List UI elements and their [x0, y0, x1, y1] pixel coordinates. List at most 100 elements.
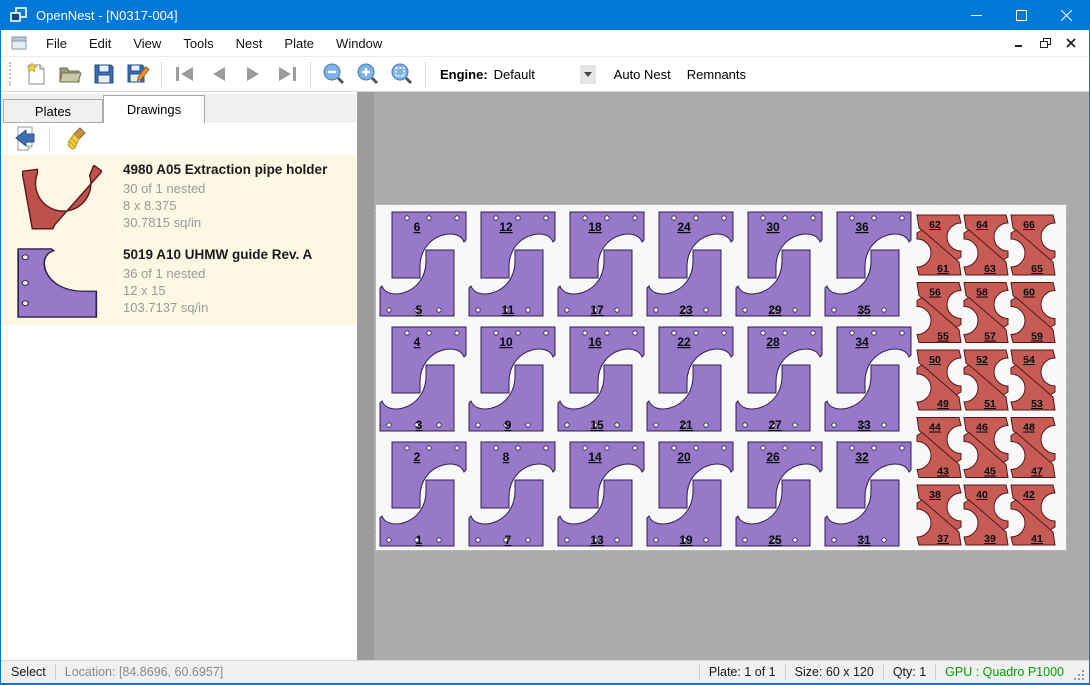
part-number-62[interactable]: 62	[929, 219, 941, 231]
part-number-18[interactable]: 18	[588, 220, 602, 234]
drawing-item-extraction-pipe-holder[interactable]: 4980 A05 Extraction pipe holder 30 of 1 …	[1, 155, 357, 240]
previous-plate-button[interactable]	[202, 59, 236, 89]
menu-file[interactable]: File	[35, 32, 78, 55]
menu-plate[interactable]: Plate	[273, 32, 325, 55]
part-number-50[interactable]: 50	[929, 354, 941, 366]
next-plate-button[interactable]	[236, 59, 270, 89]
part-number-56[interactable]: 56	[929, 287, 941, 299]
menu-edit[interactable]: Edit	[78, 32, 122, 55]
part-number-7[interactable]: 7	[505, 533, 512, 547]
part-number-49[interactable]: 49	[937, 398, 949, 410]
part-number-30[interactable]: 30	[766, 220, 780, 234]
close-button[interactable]	[1044, 0, 1089, 30]
part-number-52[interactable]: 52	[976, 354, 988, 366]
part-number-64[interactable]: 64	[976, 219, 988, 231]
zoom-out-button[interactable]	[317, 59, 351, 89]
save-button[interactable]	[87, 59, 121, 89]
nest-canvas[interactable]: 6512111817242330293635431091615222128273…	[358, 92, 1090, 660]
part-number-27[interactable]: 27	[768, 418, 782, 432]
part-number-59[interactable]: 59	[1031, 331, 1043, 343]
plate[interactable]: 6512111817242330293635431091615222128273…	[376, 205, 1066, 550]
part-number-6[interactable]: 6	[414, 220, 421, 234]
last-plate-button[interactable]	[270, 59, 304, 89]
part-number-39[interactable]: 39	[984, 533, 996, 545]
minimize-button[interactable]	[954, 0, 999, 30]
part-number-1[interactable]: 1	[416, 533, 423, 547]
part-number-48[interactable]: 48	[1023, 422, 1035, 434]
part-number-4[interactable]: 4	[414, 335, 421, 349]
part-number-40[interactable]: 40	[976, 489, 988, 501]
auto-nest-button[interactable]: Auto Nest	[606, 62, 679, 87]
zoom-in-button[interactable]	[351, 59, 385, 89]
part-number-47[interactable]: 47	[1031, 466, 1043, 478]
part-number-28[interactable]: 28	[766, 335, 780, 349]
part-number-3[interactable]: 3	[416, 418, 423, 432]
part-number-42[interactable]: 42	[1023, 489, 1035, 501]
first-plate-button[interactable]	[168, 59, 202, 89]
part-number-9[interactable]: 9	[505, 418, 512, 432]
mdi-minimize-button[interactable]	[1011, 36, 1027, 50]
part-number-23[interactable]: 23	[679, 303, 693, 317]
part-number-5[interactable]: 5	[416, 303, 423, 317]
part-number-35[interactable]: 35	[857, 303, 871, 317]
part-number-37[interactable]: 37	[937, 533, 949, 545]
save-as-button[interactable]	[121, 59, 155, 89]
menu-view[interactable]: View	[122, 32, 172, 55]
part-number-65[interactable]: 65	[1031, 263, 1043, 275]
part-number-60[interactable]: 60	[1023, 287, 1035, 299]
open-button[interactable]	[53, 59, 87, 89]
clear-button[interactable]	[62, 125, 94, 153]
engine-dropdown-button[interactable]	[580, 65, 596, 84]
part-number-11[interactable]: 11	[502, 303, 515, 317]
part-number-26[interactable]: 26	[766, 450, 780, 464]
part-number-15[interactable]: 15	[590, 418, 604, 432]
part-number-25[interactable]: 25	[768, 533, 782, 547]
maximize-button[interactable]	[999, 0, 1044, 30]
part-number-44[interactable]: 44	[929, 422, 941, 434]
part-number-21[interactable]: 21	[679, 418, 693, 432]
mdi-close-button[interactable]	[1063, 36, 1079, 50]
part-number-22[interactable]: 22	[677, 335, 691, 349]
part-number-43[interactable]: 43	[937, 466, 949, 478]
part-number-61[interactable]: 61	[937, 263, 949, 275]
menu-nest[interactable]: Nest	[225, 32, 274, 55]
part-number-29[interactable]: 29	[768, 303, 782, 317]
part-number-57[interactable]: 57	[984, 331, 996, 343]
menu-window[interactable]: Window	[325, 32, 393, 55]
engine-select-value[interactable]: Default	[494, 67, 580, 82]
remnants-button[interactable]: Remnants	[679, 62, 754, 87]
part-number-58[interactable]: 58	[976, 287, 988, 299]
part-number-16[interactable]: 16	[588, 335, 602, 349]
part-number-46[interactable]: 46	[976, 422, 988, 434]
part-number-33[interactable]: 33	[857, 418, 871, 432]
part-number-32[interactable]: 32	[855, 450, 869, 464]
part-number-19[interactable]: 19	[679, 533, 693, 547]
part-number-8[interactable]: 8	[503, 450, 510, 464]
part-number-14[interactable]: 14	[588, 450, 602, 464]
part-number-55[interactable]: 55	[937, 331, 949, 343]
part-number-10[interactable]: 10	[499, 335, 513, 349]
part-number-41[interactable]: 41	[1031, 533, 1043, 545]
part-number-24[interactable]: 24	[677, 220, 691, 234]
zoom-fit-button[interactable]	[385, 59, 419, 89]
part-number-36[interactable]: 36	[855, 220, 869, 234]
drawing-item-uhmw-guide[interactable]: 5019 A10 UHMW guide Rev. A 36 of 1 neste…	[1, 240, 357, 325]
part-number-63[interactable]: 63	[984, 263, 996, 275]
part-number-31[interactable]: 31	[857, 533, 871, 547]
part-number-12[interactable]: 12	[499, 220, 513, 234]
tab-drawings[interactable]: Drawings	[103, 95, 205, 124]
part-number-13[interactable]: 13	[590, 533, 604, 547]
part-number-20[interactable]: 20	[677, 450, 691, 464]
part-number-53[interactable]: 53	[1031, 398, 1043, 410]
tab-plates[interactable]: Plates	[3, 99, 103, 123]
send-to-nest-button[interactable]	[9, 125, 41, 153]
menu-tools[interactable]: Tools	[172, 32, 224, 55]
part-number-54[interactable]: 54	[1023, 354, 1035, 366]
new-button[interactable]	[19, 59, 53, 89]
mdi-restore-button[interactable]	[1037, 36, 1053, 50]
part-number-38[interactable]: 38	[929, 489, 941, 501]
part-number-2[interactable]: 2	[414, 450, 421, 464]
part-number-51[interactable]: 51	[984, 398, 996, 410]
toolbar-grip[interactable]	[9, 62, 13, 86]
resize-grip[interactable]	[1072, 668, 1086, 682]
